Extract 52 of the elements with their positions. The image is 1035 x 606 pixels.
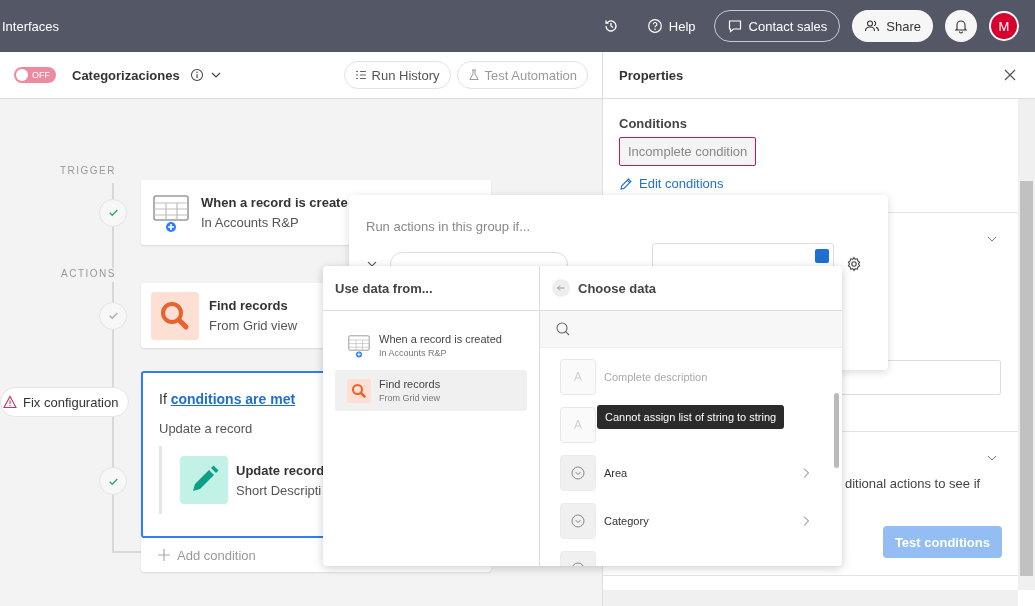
warning-icon <box>3 395 17 409</box>
condition-status: Incomplete condition <box>619 137 757 166</box>
list-icon <box>354 69 367 81</box>
help-button[interactable]: Help <box>630 18 702 34</box>
notifications-button[interactable] <box>945 10 977 42</box>
step-title: When a record is create <box>201 195 348 210</box>
conditions-label: Conditions <box>619 116 687 131</box>
magnifier-icon <box>347 378 371 403</box>
conditions-link[interactable]: conditions are met <box>170 391 296 407</box>
field-name[interactable]: Area <box>604 467 628 479</box>
edit-conditions-link[interactable]: Edit conditions <box>619 176 724 191</box>
plus-icon <box>157 548 171 562</box>
app-title[interactable]: Interfaces <box>0 18 60 34</box>
field-name[interactable]: Category <box>604 515 649 527</box>
source-item[interactable]: Find records From Grid view <box>335 370 527 411</box>
table-plus-icon <box>347 333 371 358</box>
picker-title: Use data from... <box>335 280 433 296</box>
source-title: Find records <box>379 378 441 390</box>
magnifier-icon <box>151 291 199 340</box>
people-icon <box>864 18 881 34</box>
picker-title: Choose data <box>578 280 656 296</box>
step-subtitle: In Accounts R&P <box>201 215 300 230</box>
automation-name[interactable]: Categorizaciones <box>72 67 180 83</box>
step-subtitle: From Grid view <box>209 318 298 333</box>
pencil-icon <box>619 176 633 191</box>
close-icon[interactable] <box>1003 68 1017 82</box>
scrollbar[interactable] <box>603 590 1018 606</box>
description-text: ditional actions to see if <box>845 476 981 491</box>
search-field[interactable] <box>540 311 842 348</box>
fix-configuration-button[interactable]: Fix configuration <box>0 387 130 417</box>
panel-title: Properties <box>619 67 684 83</box>
scrollbar[interactable] <box>834 393 839 468</box>
flask-icon <box>467 69 480 81</box>
share-button[interactable]: Share <box>852 10 933 42</box>
settings-icon[interactable] <box>846 256 862 272</box>
step-subtitle: Short Descripti <box>236 482 323 498</box>
info-icon[interactable] <box>189 68 204 82</box>
bell-icon <box>953 18 969 34</box>
avatar[interactable]: M <box>989 11 1019 41</box>
table-plus-icon <box>151 192 191 233</box>
source-subtitle: From Grid view <box>379 393 441 403</box>
scrollbar[interactable] <box>1018 99 1035 590</box>
help-icon <box>646 18 663 34</box>
step-title: Find records <box>209 298 289 313</box>
tooltip: Cannot assign list of string to string <box>597 405 785 429</box>
chat-bubble-icon <box>726 18 743 34</box>
step-title: Update record <box>236 462 325 478</box>
source-subtitle: In Accounts R&P <box>379 348 448 358</box>
pencil-icon <box>180 456 228 504</box>
search-icon <box>555 321 571 337</box>
history-icon[interactable] <box>602 18 619 34</box>
action-label: Update a record <box>159 421 254 436</box>
